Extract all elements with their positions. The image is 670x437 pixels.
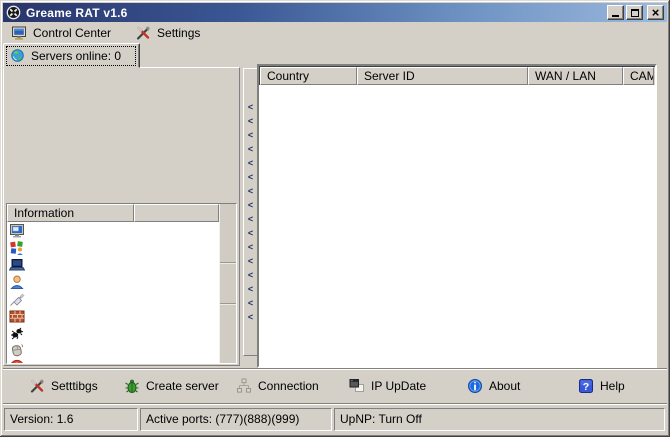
app-logo-icon [6, 5, 21, 20]
remote-desktop-icon [9, 223, 25, 239]
bug-green-icon [124, 378, 140, 394]
statusbar: Version: 1.6 Active ports: (777)(888)(99… [3, 403, 667, 434]
list-item[interactable] [7, 273, 219, 290]
error-icon [9, 359, 25, 364]
collapse-arrow-icon: < [248, 268, 253, 282]
tab-servers-online[interactable]: Servers online: 0 [3, 43, 140, 68]
collapse-arrow-icon: < [248, 128, 253, 142]
collapse-arrow-icon: < [248, 100, 253, 114]
collapse-arrow-icon: < [248, 254, 253, 268]
information-list-body [7, 222, 219, 363]
windows-icon [349, 378, 365, 394]
information-header-row: Information [7, 204, 219, 222]
left-panel: Information [3, 67, 240, 366]
create-server-button[interactable]: Create server [120, 369, 223, 403]
collapse-arrow-icon: < [248, 184, 253, 198]
svg-text:?: ? [583, 381, 589, 393]
list-item[interactable] [7, 256, 219, 273]
collapse-arrow-icon: < [248, 226, 253, 240]
status-active-ports: Active ports: (777)(888)(999) [140, 408, 332, 431]
app-window: Greame RAT v1.6 Control Center [0, 0, 670, 437]
bug-black-icon [9, 325, 25, 341]
system-blocks-icon [9, 240, 25, 256]
scrollbar-thumb-edge [220, 303, 236, 304]
minimize-icon [612, 15, 619, 17]
status-upnp: UpNP: Turn Off [334, 408, 665, 431]
about-button[interactable]: About [463, 369, 524, 403]
menubar: Control Center Settings [3, 23, 667, 43]
window-title: Greame RAT v1.6 [26, 6, 128, 20]
servers-table: Country Server ID WAN / LAN CAM [257, 64, 657, 368]
column-header-wan-lan[interactable]: WAN / LAN [528, 67, 623, 85]
scrollbar-thumb-edge [220, 262, 236, 263]
collapse-arrow-icon: < [248, 240, 253, 254]
collapse-arrow-icon: < [248, 156, 253, 170]
bottom-toolbar: Setttibgs Create server Connection [3, 368, 667, 403]
connection-button[interactable]: Connection [232, 369, 323, 403]
help-button[interactable]: ? Help [574, 369, 629, 403]
column-header-server-id[interactable]: Server ID [357, 67, 528, 85]
splitter[interactable]: <<<<<<<<<<<<<<<< [243, 68, 258, 356]
servers-table-header: Country Server ID WAN / LAN CAM [260, 67, 654, 85]
close-icon [652, 6, 660, 20]
button-label: IP UpDate [371, 379, 426, 393]
servers-table-body [259, 85, 655, 366]
information-column-header[interactable]: Information [7, 204, 134, 222]
menu-control-center[interactable]: Control Center [7, 24, 115, 42]
collapse-arrow-icon: < [248, 198, 253, 212]
titlebar[interactable]: Greame RAT v1.6 [3, 3, 667, 22]
monitor-icon [11, 25, 27, 41]
list-item[interactable] [7, 239, 219, 256]
menu-settings[interactable]: Settings [131, 24, 204, 42]
collapse-arrow-icon: < [248, 170, 253, 184]
crossed-tools-icon [135, 25, 151, 41]
user-icon [9, 274, 25, 290]
laptop-icon [9, 257, 25, 273]
help-icon: ? [578, 378, 594, 394]
collapse-arrow-icon: < [248, 114, 253, 128]
button-label: Create server [146, 379, 219, 393]
ip-update-button[interactable]: IP UpDate [345, 369, 430, 403]
column-header-cam[interactable]: CAM [623, 67, 654, 85]
list-item[interactable] [7, 307, 219, 324]
maximize-icon [631, 9, 639, 17]
list-item[interactable] [7, 358, 219, 363]
button-label: Setttibgs [51, 379, 98, 393]
information-column-header-2[interactable] [134, 204, 219, 222]
menu-label: Settings [157, 26, 200, 40]
column-header-country[interactable]: Country [260, 67, 357, 85]
crossed-tools-icon [29, 378, 45, 394]
information-listview: Information [6, 203, 237, 364]
collapse-arrow-icon: < [248, 296, 253, 310]
firewall-icon [9, 308, 25, 324]
splitter-arrows: <<<<<<<<<<<<<<<< [248, 100, 253, 324]
list-item[interactable] [7, 341, 219, 358]
minimize-button[interactable] [607, 5, 624, 20]
injection-icon [9, 291, 25, 307]
info-icon [467, 378, 483, 394]
button-label: Help [600, 379, 625, 393]
network-icon [236, 378, 252, 394]
list-item[interactable] [7, 222, 219, 239]
tab-label: Servers online: 0 [31, 49, 121, 63]
close-button[interactable] [647, 5, 664, 20]
list-item[interactable] [7, 290, 219, 307]
menu-label: Control Center [33, 26, 111, 40]
collapse-arrow-icon: < [248, 142, 253, 156]
collapse-arrow-icon: < [248, 310, 253, 324]
status-version: Version: 1.6 [4, 408, 138, 431]
globe-icon [10, 48, 25, 63]
button-label: Connection [258, 379, 319, 393]
settings-button[interactable]: Setttibgs [25, 369, 102, 403]
mouse-icon [9, 342, 25, 358]
collapse-arrow-icon: < [248, 282, 253, 296]
list-item[interactable] [7, 324, 219, 341]
information-scrollbar[interactable] [219, 204, 236, 363]
maximize-button[interactable] [626, 5, 643, 20]
collapse-arrow-icon: < [248, 212, 253, 226]
button-label: About [489, 379, 520, 393]
